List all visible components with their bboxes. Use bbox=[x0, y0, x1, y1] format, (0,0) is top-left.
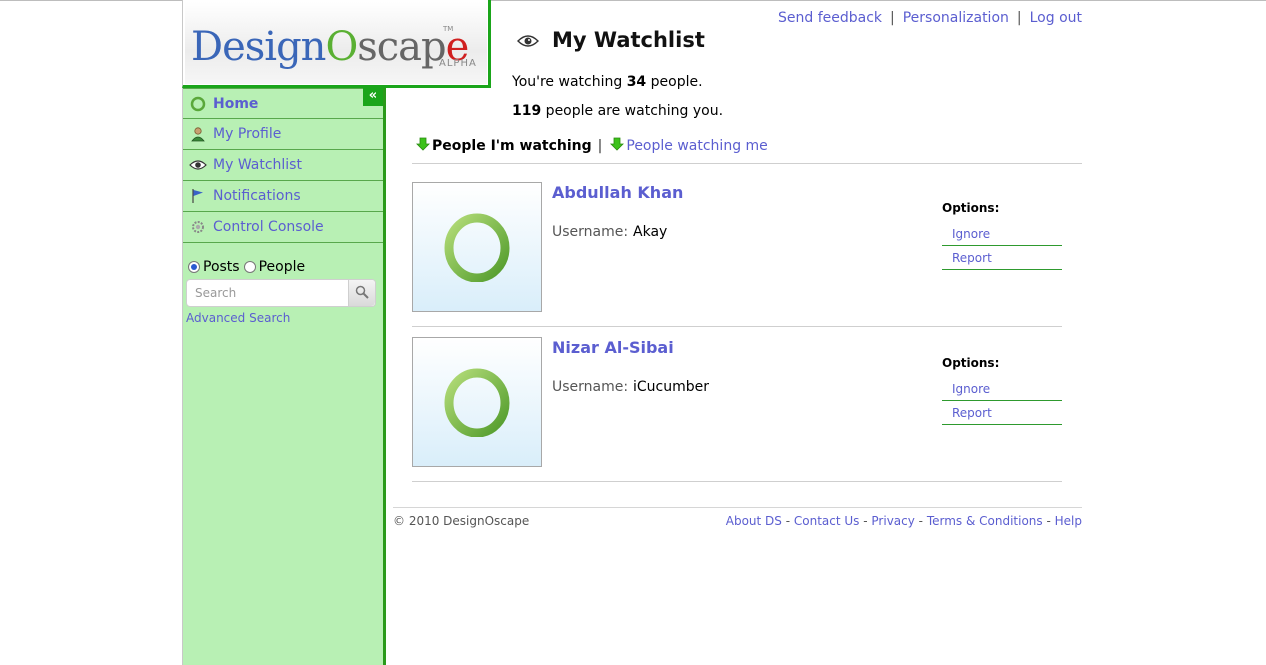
search-scope: Posts People bbox=[188, 259, 305, 275]
people-radio-label[interactable]: People bbox=[259, 259, 306, 275]
watching-suffix: people. bbox=[646, 74, 703, 90]
list-item: Nizar Al-Sibai Username: iCucumber Optio… bbox=[412, 337, 1062, 482]
report-link[interactable]: Report bbox=[942, 401, 1062, 425]
avatar[interactable] bbox=[412, 182, 542, 312]
tab-label: People watching me bbox=[626, 138, 768, 154]
footer-links: About DS - Contact Us - Privacy - Terms … bbox=[726, 514, 1082, 528]
logo-part-scap: scap bbox=[357, 24, 446, 70]
logo-part-design: Design bbox=[191, 24, 326, 70]
sidebar-item-label: My Profile bbox=[213, 126, 282, 142]
tab-people-watching-me[interactable]: People watching me bbox=[610, 137, 768, 155]
sidebar-item-label: My Watchlist bbox=[213, 157, 302, 173]
sidebar-item-home[interactable]: Home bbox=[183, 88, 383, 119]
options-title: Options: bbox=[942, 201, 1000, 215]
watchers-count: 119 bbox=[512, 103, 542, 119]
watchlist-tabs: People I'm watching | People watching me bbox=[416, 137, 768, 155]
posts-radio[interactable] bbox=[188, 261, 200, 273]
options-title: Options: bbox=[942, 356, 1000, 370]
logo-background: DesignOscape TM ALPHA bbox=[185, 2, 487, 84]
logout-link[interactable]: Log out bbox=[1030, 10, 1082, 26]
top-link-separator: | bbox=[890, 10, 895, 26]
sidebar-item-my-watchlist[interactable]: My Watchlist bbox=[183, 150, 383, 181]
footer-divider bbox=[393, 507, 1082, 508]
advanced-search-link[interactable]: Advanced Search bbox=[186, 311, 290, 325]
gear-icon bbox=[189, 218, 207, 236]
search-icon bbox=[355, 284, 369, 303]
people-radio[interactable] bbox=[243, 261, 256, 273]
personalization-link[interactable]: Personalization bbox=[903, 10, 1009, 26]
footer-link-about[interactable]: About DS bbox=[726, 514, 782, 528]
sidebar-item-my-profile[interactable]: My Profile bbox=[183, 119, 383, 150]
ignore-link[interactable]: Ignore bbox=[942, 377, 1062, 401]
search-input[interactable] bbox=[187, 280, 349, 306]
tab-separator: | bbox=[597, 138, 603, 154]
person-icon bbox=[189, 125, 207, 143]
logo-wordmark: DesignOscape bbox=[191, 24, 469, 70]
sidebar-item-label: Notifications bbox=[213, 188, 301, 204]
footer-separator: - bbox=[1042, 514, 1055, 528]
ignore-link[interactable]: Ignore bbox=[942, 222, 1062, 246]
top-link-separator: | bbox=[1016, 10, 1022, 26]
home-ring-icon bbox=[189, 95, 207, 113]
sidebar-item-control-console[interactable]: Control Console bbox=[183, 212, 383, 243]
arrow-down-icon bbox=[416, 137, 430, 155]
person-name-link[interactable]: Abdullah Khan bbox=[552, 183, 683, 202]
collapse-sidebar-button[interactable]: « bbox=[363, 88, 383, 106]
default-avatar-ring-icon bbox=[444, 213, 510, 282]
watching-count: 34 bbox=[626, 74, 647, 90]
divider bbox=[412, 326, 1062, 327]
arrow-down-icon bbox=[610, 137, 625, 155]
sidebar-item-notifications[interactable]: Notifications bbox=[183, 181, 383, 212]
copyright: © 2010 DesignOscape bbox=[393, 514, 530, 528]
logo[interactable]: DesignOscape TM ALPHA bbox=[182, 0, 491, 88]
logo-trademark: TM bbox=[443, 25, 454, 33]
watchers-count-text: 119 people are watching you. bbox=[512, 103, 723, 119]
username-value: iCucumber bbox=[633, 379, 710, 395]
person-name-link[interactable]: Nizar Al-Sibai bbox=[552, 338, 674, 357]
footer-link-contact[interactable]: Contact Us bbox=[794, 514, 860, 528]
search-button[interactable] bbox=[348, 280, 375, 306]
eye-icon bbox=[189, 156, 207, 174]
divider bbox=[412, 163, 1082, 164]
footer-link-help[interactable]: Help bbox=[1055, 514, 1082, 528]
send-feedback-link[interactable]: Send feedback bbox=[778, 10, 882, 26]
report-link[interactable]: Report bbox=[942, 246, 1062, 270]
top-links: Send feedback | Personalization | Log out bbox=[778, 10, 1082, 26]
footer-link-terms[interactable]: Terms & Conditions bbox=[927, 514, 1043, 528]
username-label: Username: bbox=[552, 379, 629, 395]
watching-count-text: You're watching 34 people. bbox=[512, 74, 703, 90]
list-item: Abdullah Khan Username: Akay Options: Ig… bbox=[412, 182, 1062, 327]
default-avatar-ring-icon bbox=[444, 368, 510, 437]
logo-part-o: O bbox=[325, 24, 358, 70]
footer-link-privacy[interactable]: Privacy bbox=[871, 514, 914, 528]
tab-people-im-watching[interactable]: People I'm watching bbox=[416, 137, 592, 155]
sidebar-item-label: Control Console bbox=[213, 219, 324, 235]
logo-alpha-badge: ALPHA bbox=[439, 58, 477, 69]
posts-radio-label[interactable]: Posts bbox=[203, 259, 240, 275]
watching-prefix: You're watching bbox=[512, 74, 627, 90]
flag-icon bbox=[189, 187, 207, 205]
tab-label: People I'm watching bbox=[432, 138, 592, 154]
username-label: Username: bbox=[552, 224, 629, 240]
page-title: My Watchlist bbox=[552, 28, 705, 52]
watchers-suffix: people are watching you. bbox=[541, 103, 724, 119]
footer-separator: - bbox=[859, 514, 872, 528]
footer-separator: - bbox=[781, 514, 794, 528]
divider bbox=[412, 481, 1062, 482]
avatar[interactable] bbox=[412, 337, 542, 467]
sidebar-item-label: Home bbox=[213, 95, 259, 112]
sidebar-nav: Home My Profile My Watchlist Notificatio… bbox=[183, 88, 383, 243]
username-value: Akay bbox=[633, 224, 668, 240]
eye-icon bbox=[517, 33, 539, 52]
footer-separator: - bbox=[914, 514, 927, 528]
search-box bbox=[186, 279, 376, 307]
